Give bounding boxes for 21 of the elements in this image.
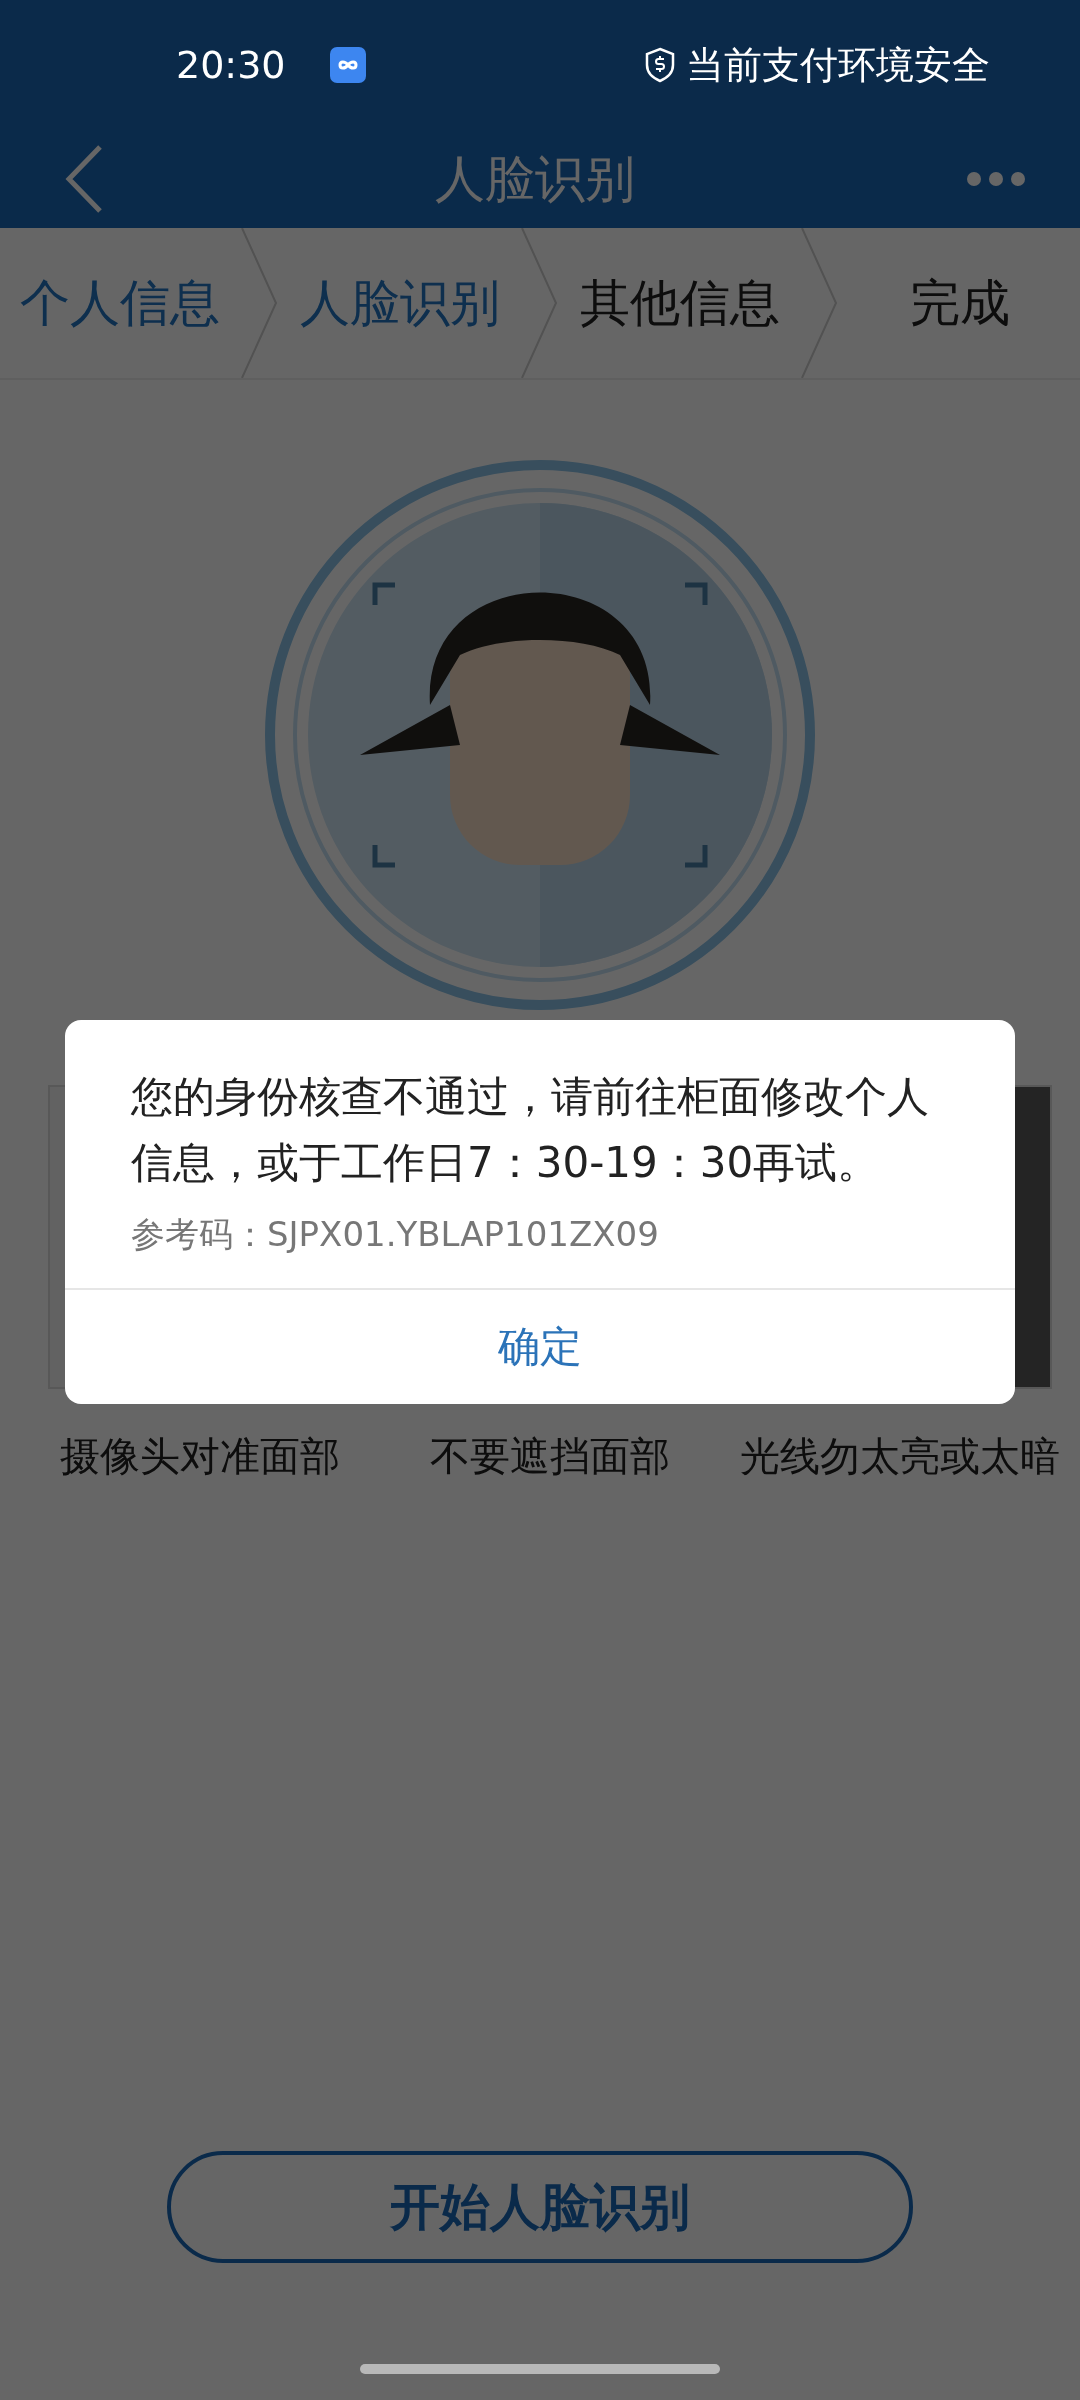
chevron-divider-icon	[520, 228, 560, 378]
infinity-app-icon	[329, 47, 366, 83]
shield-icon	[644, 47, 676, 83]
chevron-divider-icon	[800, 228, 840, 378]
status-time: 20:30	[176, 43, 286, 87]
start-face-recognition-button[interactable]: 开始人脸识别	[167, 2151, 913, 2263]
progress-step: 其他信息	[560, 269, 800, 337]
chevron-divider-icon	[240, 228, 280, 378]
confirm-button[interactable]: 确定	[65, 1290, 1015, 1404]
security-status-text: 当前支付环境安全	[686, 41, 990, 89]
dialog-message: 您的身份核查不通过，请前往柜面修改个人信息，或于工作日7：30-19：30再试。	[131, 1071, 930, 1189]
tip-caption: 不要遮挡面部	[430, 1432, 670, 1481]
page-title: 人脸识别	[435, 148, 635, 210]
more-icon[interactable]	[966, 171, 1026, 187]
tip-caption: 光线勿太亮或太暗	[740, 1432, 1060, 1481]
progress-step: 个人信息	[0, 269, 240, 337]
progress-step: 完成	[840, 269, 1080, 337]
back-icon[interactable]	[64, 144, 104, 214]
progress-step: 人脸识别	[280, 269, 520, 337]
tip-caption: 摄像头对准面部	[60, 1432, 340, 1481]
reference-code: 参考码：SJPX01.YBLAP101ZX09	[131, 1213, 660, 1256]
